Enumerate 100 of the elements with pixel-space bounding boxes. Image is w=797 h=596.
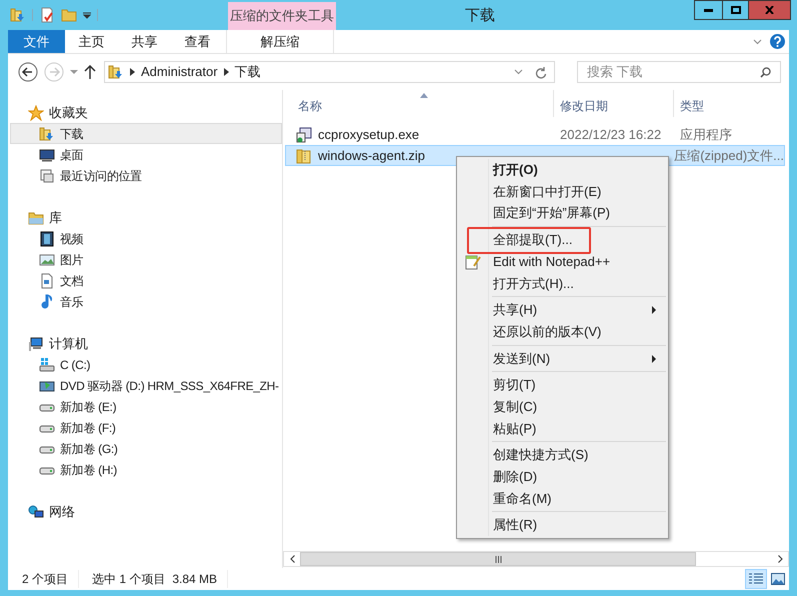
submenu-arrow-icon <box>652 306 656 314</box>
up-arrow-icon[interactable] <box>84 65 96 79</box>
menu-label: Edit with Notepad++ <box>493 252 610 271</box>
sidebar-item[interactable]: 桌面 <box>10 144 282 165</box>
submenu-arrow-icon <box>652 354 656 362</box>
help-icon[interactable] <box>770 34 785 49</box>
address-field[interactable]: Administrator 下载 <box>104 61 555 83</box>
properties-icon[interactable] <box>39 7 55 23</box>
caret-icon[interactable] <box>70 69 78 75</box>
sidebar-item[interactable]: 新加卷 (F:) <box>10 417 282 438</box>
file-name: windows-agent.zip <box>318 146 425 165</box>
menu-item[interactable]: 在新窗口中打开(E) <box>459 180 666 202</box>
close-button[interactable] <box>748 1 790 19</box>
monitor-icon <box>39 146 55 162</box>
sidebar-item[interactable]: DVD 驱动器 (D:) HRM_SSS_X64FRE_ZH- <box>10 375 282 396</box>
zip-folder-icon <box>296 148 312 164</box>
grip-icon <box>494 556 502 562</box>
menu-label: 剪切(T) <box>493 376 536 394</box>
menu-label: 全部提取(T)... <box>493 231 572 250</box>
chevron-down-icon[interactable] <box>514 69 523 75</box>
breadcrumb-item[interactable]: Administrator <box>141 62 218 82</box>
menu-item[interactable]: 粘贴(P) <box>459 418 666 440</box>
file-type: 压缩(zipped)文件... <box>673 146 784 165</box>
column-header[interactable]: 类型 <box>673 90 789 117</box>
breadcrumb-arrow-icon <box>130 68 135 76</box>
menu-label: 还原以前的版本(V) <box>493 322 602 341</box>
menu-item[interactable]: Edit with Notepad++ <box>459 250 666 272</box>
menu-item[interactable]: 发送到(N) <box>459 348 666 370</box>
menu-label: 粘贴(P) <box>493 420 536 438</box>
sidebar-item[interactable]: 下载 <box>10 123 282 144</box>
scrollbar-thumb[interactable] <box>300 552 696 566</box>
sidebar-item[interactable]: C (C:) <box>10 354 282 375</box>
menu-label: 共享(H) <box>493 301 538 320</box>
ribbon-tab[interactable]: 文件 <box>8 30 65 53</box>
image-icon <box>39 252 55 268</box>
notepad-icon <box>465 254 481 270</box>
chevron-left-icon <box>290 555 294 563</box>
search-icon <box>760 66 771 78</box>
download-folder-icon <box>39 126 55 142</box>
details-view-button[interactable] <box>745 569 767 589</box>
menu-item[interactable]: 属性(R) <box>459 514 666 536</box>
column-header[interactable]: 名称 <box>283 90 553 117</box>
sidebar-item[interactable]: 新加卷 (E:) <box>10 396 282 417</box>
recent-places-icon <box>39 168 55 184</box>
sidebar-group[interactable]: 网络 <box>49 502 75 522</box>
download-folder-icon <box>10 7 26 23</box>
address-folder-icon <box>108 64 124 80</box>
windows-drive-icon <box>39 356 55 372</box>
sidebar-item[interactable]: 新加卷 (H:) <box>10 459 282 480</box>
back-button[interactable] <box>18 62 38 82</box>
column-header[interactable]: 修改日期 <box>553 90 673 117</box>
context-tab-header: 压缩的文件夹工具 <box>228 2 336 30</box>
menu-item[interactable]: 全部提取(T)... <box>459 229 666 251</box>
menu-label: 复制(C) <box>493 398 538 416</box>
selection-status: 选中 1 个项目 <box>91 571 166 588</box>
sidebar-item[interactable]: 文档 <box>10 270 282 291</box>
file-type: 应用程序 <box>679 126 733 144</box>
sidebar-item[interactable]: 图片 <box>10 249 282 270</box>
document-icon <box>39 272 55 288</box>
sidebar-item[interactable]: 音乐 <box>10 291 282 312</box>
menu-item[interactable]: 固定到“开始”屏幕(P) <box>459 202 666 224</box>
menu-item[interactable]: 还原以前的版本(V) <box>459 320 666 342</box>
sidebar-item[interactable]: 视频 <box>10 228 282 249</box>
modified-date: 2022/12/23 16:22 <box>560 126 662 142</box>
menu-item[interactable]: 重命名(M) <box>459 488 666 510</box>
star-icon <box>28 104 44 120</box>
computer-icon <box>28 336 44 352</box>
ribbon-tab[interactable]: 查看 <box>171 30 224 53</box>
ribbon-tab[interactable]: 主页 <box>65 30 118 53</box>
item-count: 2 个项目 <box>22 570 80 588</box>
chevron-right-icon <box>778 555 782 563</box>
network-icon <box>28 504 44 520</box>
sidebar-item[interactable]: 最近访问的位置 <box>10 165 282 186</box>
file-name: ccproxysetup.exe <box>318 126 420 144</box>
sidebar-group[interactable]: 计算机 <box>49 334 88 354</box>
dropdown-icon[interactable] <box>83 11 91 19</box>
window-title: 下载 <box>464 6 496 26</box>
menu-item[interactable]: 创建快捷方式(S) <box>459 444 666 466</box>
menu-item[interactable]: 复制(C) <box>459 396 666 418</box>
film-icon <box>39 230 55 246</box>
menu-item[interactable]: 删除(D) <box>459 466 666 488</box>
refresh-icon[interactable] <box>535 66 547 78</box>
menu-label: 删除(D) <box>493 468 538 486</box>
sidebar-item[interactable]: 新加卷 (G:) <box>10 438 282 459</box>
chevron-down-icon[interactable] <box>753 38 762 44</box>
menu-label: 打开方式(H)... <box>493 274 574 293</box>
ribbon-tab[interactable]: 共享 <box>118 30 171 53</box>
sidebar-group[interactable]: 库 <box>49 208 62 228</box>
menu-item[interactable]: 打开方式(H)... <box>459 272 666 294</box>
menu-item[interactable]: 剪切(T) <box>459 374 666 396</box>
selection-size: 3.84 MB <box>165 570 228 588</box>
breadcrumb-arrow-icon <box>224 68 229 76</box>
menu-item[interactable]: 共享(H) <box>459 299 666 321</box>
file-row[interactable]: ccproxysetup.exe 2022/12/23 16:22 应用程序 <box>285 124 785 145</box>
installer-icon <box>296 126 312 142</box>
music-note-icon <box>39 294 55 310</box>
sidebar-group[interactable]: 收藏夹 <box>49 102 88 122</box>
image-icon <box>771 573 785 585</box>
breadcrumb-item[interactable]: 下载 <box>234 62 261 82</box>
folder-icon <box>28 210 44 226</box>
